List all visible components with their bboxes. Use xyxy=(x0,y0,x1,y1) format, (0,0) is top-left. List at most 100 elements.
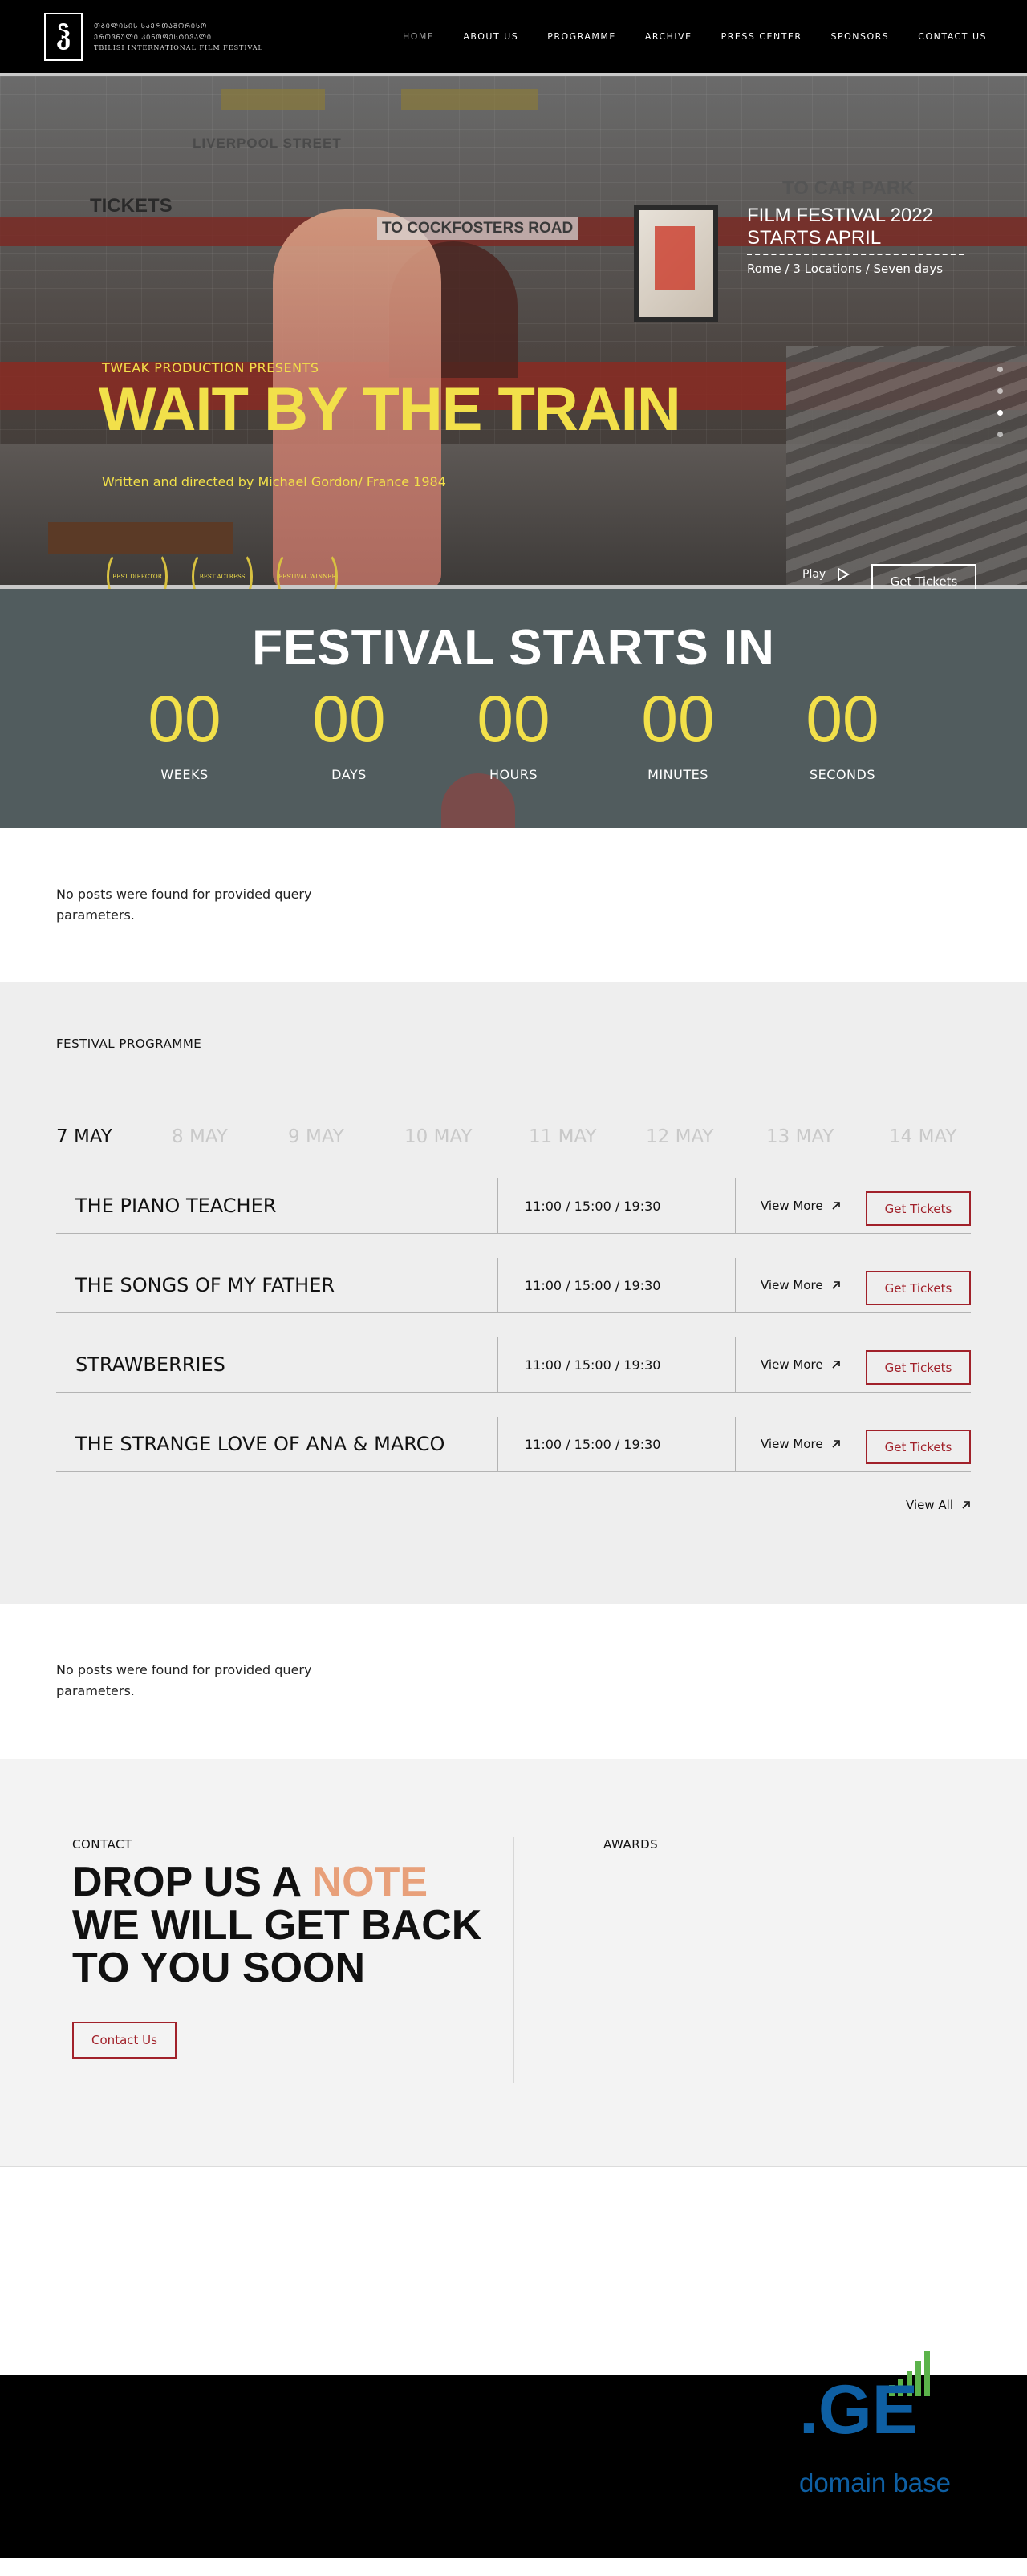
tab-7-may[interactable]: 7 MAY xyxy=(56,1126,172,1147)
row-divider xyxy=(497,1258,498,1313)
arrow-up-right-icon xyxy=(831,1440,840,1448)
programme-row: THE PIANO TEACHER 11:00 / 15:00 / 19:30 … xyxy=(56,1178,971,1234)
view-more-link[interactable]: View More xyxy=(761,1199,841,1213)
slider-dot-3[interactable] xyxy=(997,410,1003,416)
awards-label: AWARDS xyxy=(603,1837,659,1852)
nav-sponsors[interactable]: SPONSORS xyxy=(831,31,890,42)
festival-divider xyxy=(747,254,964,256)
slider-dot-1[interactable] xyxy=(997,367,1003,372)
tab-10-may[interactable]: 10 MAY xyxy=(404,1126,529,1147)
programme-row: STRAWBERRIES 11:00 / 15:00 / 19:30 View … xyxy=(56,1337,971,1393)
countdown-weeks: 00 WEEKS xyxy=(103,687,267,783)
main-nav: HOME ABOUT US PROGRAMME ARCHIVE PRESS CE… xyxy=(403,0,987,73)
tab-12-may[interactable]: 12 MAY xyxy=(646,1126,766,1147)
laurel-festival-winner-icon: FESTIVAL WINNER xyxy=(272,546,343,589)
countdown-minutes-value: 00 xyxy=(641,683,715,756)
laurel-best-actress-icon: BEST ACTRESS xyxy=(187,546,258,589)
get-tickets-button[interactable]: Get Tickets xyxy=(866,1350,971,1385)
view-all-label: View All xyxy=(906,1498,953,1512)
hero-get-tickets-button[interactable]: Get Tickets xyxy=(871,564,976,589)
get-tickets-button[interactable]: Get Tickets xyxy=(866,1430,971,1464)
tab-13-may[interactable]: 13 MAY xyxy=(766,1126,889,1147)
view-more-label: View More xyxy=(761,1437,823,1451)
contact-label: CONTACT xyxy=(72,1837,132,1852)
sign-tickets: TICKETS xyxy=(90,195,173,217)
festival-countdown: FESTIVAL STARTS IN 00 WEEKS 00 DAYS 00 H… xyxy=(0,589,1027,828)
view-more-link[interactable]: View More xyxy=(761,1437,841,1451)
programme-list: THE PIANO TEACHER 11:00 / 15:00 / 19:30 … xyxy=(56,1178,971,1496)
countdown-units: 00 WEEKS 00 DAYS 00 HOURS 00 MINUTES 00 … xyxy=(0,683,1027,783)
hero-subtitle: Written and directed by Michael Gordon/ … xyxy=(102,474,446,489)
tab-14-may[interactable]: 14 MAY xyxy=(889,1126,961,1147)
view-more-label: View More xyxy=(761,1357,823,1372)
site-footer: .GE domain base xyxy=(0,2351,1027,2558)
view-more-link[interactable]: View More xyxy=(761,1357,841,1372)
award-laurels: BEST DIRECTOR BEST ACTRESS FESTIVAL WINN… xyxy=(102,546,343,589)
view-all-link[interactable]: View All xyxy=(906,1498,971,1512)
nav-press-center[interactable]: PRESS CENTER xyxy=(721,31,802,42)
row-divider xyxy=(497,1178,498,1234)
countdown-seconds: 00 SECONDS xyxy=(761,683,925,783)
laurel-best-director-icon: BEST DIRECTOR xyxy=(102,546,173,589)
screening-times: 11:00 / 15:00 / 19:30 xyxy=(525,1357,661,1373)
nav-about-us[interactable]: ABOUT US xyxy=(463,31,518,42)
get-tickets-button[interactable]: Get Tickets xyxy=(866,1271,971,1305)
film-title[interactable]: THE STRANGE LOVE OF ANA & MARCO xyxy=(56,1433,497,1455)
hero-vent-right xyxy=(401,89,538,110)
countdown-days: 00 DAYS xyxy=(267,687,432,783)
countdown-days-label: DAYS xyxy=(331,767,367,782)
bar xyxy=(924,2351,930,2396)
film-title[interactable]: THE SONGS OF MY FATHER xyxy=(56,1274,497,1296)
countdown-hours: 00 HOURS xyxy=(432,683,596,783)
no-posts-message: No posts were found for provided query p… xyxy=(56,1662,312,1698)
row-divider xyxy=(735,1178,736,1234)
site-logo[interactable]: ჴ ᲗᲑᲘᲚᲘᲡᲘᲡ ᲡᲐᲔᲠᲗᲐᲨᲝᲠᲘᲡᲝ ᲔᲠᲝᲕᲜᲣᲚᲘ ᲙᲘᲜᲝᲤᲔᲡ… xyxy=(44,12,263,61)
slider-dot-4[interactable] xyxy=(997,432,1003,437)
play-button[interactable]: Play xyxy=(802,567,850,582)
film-title[interactable]: THE PIANO TEACHER xyxy=(56,1195,497,1217)
countdown-minutes-label: MINUTES xyxy=(647,767,708,782)
screening-times: 11:00 / 15:00 / 19:30 xyxy=(525,1198,661,1214)
programme-heading: FESTIVAL PROGRAMME xyxy=(56,1036,202,1051)
festival-meta: Rome / 3 Locations / Seven days xyxy=(747,262,944,277)
arrow-up-right-icon xyxy=(962,1501,970,1509)
nav-contact-us[interactable]: CONTACT US xyxy=(918,31,987,42)
nav-programme[interactable]: PROGRAMME xyxy=(547,31,616,42)
arrow-up-right-icon xyxy=(831,1281,840,1289)
festival-title-line-1: FILM FESTIVAL 2022 xyxy=(747,205,934,226)
nav-home[interactable]: HOME xyxy=(403,31,434,42)
hero-slider: LIVERPOOL STREET TICKETS TO COCKFOSTERS … xyxy=(0,73,1027,589)
poster-art xyxy=(655,226,695,290)
view-more-link[interactable]: View More xyxy=(761,1278,841,1292)
tab-9-may[interactable]: 9 MAY xyxy=(288,1126,404,1147)
contact-section: CONTACT DROP US A NOTE WE WILL GET BACK … xyxy=(0,1759,1027,2167)
site-header: ჴ ᲗᲑᲘᲚᲘᲡᲘᲡ ᲡᲐᲔᲠᲗᲐᲨᲝᲠᲘᲡᲝ ᲔᲠᲝᲕᲜᲣᲚᲘ ᲙᲘᲜᲝᲤᲔᲡ… xyxy=(0,0,1027,73)
screening-times: 11:00 / 15:00 / 19:30 xyxy=(525,1277,661,1293)
tab-8-may[interactable]: 8 MAY xyxy=(172,1126,288,1147)
logo-mark-icon: ჴ xyxy=(44,12,83,61)
posts-section-1: No posts were found for provided query p… xyxy=(0,828,1027,982)
row-divider xyxy=(497,1337,498,1393)
countdown-hours-value: 00 xyxy=(477,683,550,756)
contact-us-button[interactable]: Contact Us xyxy=(72,2022,177,2059)
sign-cockfosters-road: TO COCKFOSTERS ROAD xyxy=(377,217,578,240)
tab-11-may[interactable]: 11 MAY xyxy=(529,1126,646,1147)
programme-row: THE SONGS OF MY FATHER 11:00 / 15:00 / 1… xyxy=(56,1258,971,1313)
nav-archive[interactable]: ARCHIVE xyxy=(645,31,692,42)
play-label: Play xyxy=(802,568,826,581)
hero-poster xyxy=(634,205,718,322)
countdown-seconds-value: 00 xyxy=(806,683,879,756)
headline-accent: NOTE xyxy=(311,1859,428,1905)
row-divider xyxy=(735,1258,736,1313)
slider-dot-2[interactable] xyxy=(997,388,1003,394)
festival-info: FILM FESTIVAL 2022 STARTS APRIL Rome / 3… xyxy=(747,205,964,276)
film-title[interactable]: STRAWBERRIES xyxy=(56,1353,497,1376)
headline-line-3: TO YOU SOON xyxy=(72,1945,366,1992)
date-tabs: 7 MAY 8 MAY 9 MAY 10 MAY 11 MAY 12 MAY 1… xyxy=(56,1126,961,1147)
hero-title: WAIT BY THE TRAIN xyxy=(99,375,681,444)
get-tickets-button[interactable]: Get Tickets xyxy=(866,1191,971,1226)
ge-brand-sub: domain base xyxy=(799,2468,951,2497)
domain-base-logo[interactable]: .GE domain base xyxy=(799,2351,960,2504)
countdown-hours-label: HOURS xyxy=(489,767,538,782)
page-bottom xyxy=(0,2558,1027,2570)
